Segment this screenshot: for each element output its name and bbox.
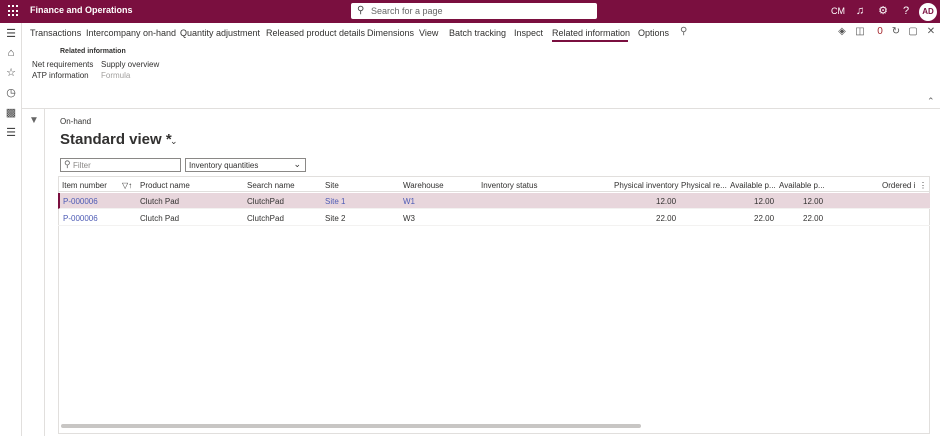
workspaces-icon[interactable]: ▩ — [4, 106, 18, 120]
top-bar: Finance and Operations ⚲ Search for a pa… — [0, 0, 940, 23]
search-name-cell: ClutchPad — [247, 214, 284, 223]
app-title[interactable]: Finance and Operations — [30, 5, 133, 15]
warehouse-link[interactable]: W1 — [403, 197, 415, 206]
filter-input[interactable] — [73, 160, 178, 171]
tab-released-product-details[interactable]: Released product details — [266, 28, 365, 38]
search-name-cell: ClutchPad — [247, 197, 284, 206]
company-picker[interactable]: CM — [831, 6, 845, 16]
column-header-physical-reserved[interactable]: Physical re... — [681, 181, 727, 190]
search-icon: ⚲ — [64, 159, 71, 169]
column-header-available-physical[interactable]: Available p... — [730, 181, 776, 190]
tab-batch-tracking[interactable]: Batch tracking — [449, 28, 506, 38]
chevron-down-icon[interactable]: ⌄ — [170, 136, 178, 147]
global-search-box[interactable]: ⚲ Search for a page — [351, 3, 597, 19]
chevron-up-icon[interactable]: ⌃ — [927, 96, 935, 107]
column-header-site[interactable]: Site — [325, 181, 339, 190]
column-header-warehouse[interactable]: Warehouse — [403, 181, 444, 190]
column-header-available-physical-2[interactable]: Available p... — [779, 181, 825, 190]
product-name-cell: Clutch Pad — [140, 214, 180, 223]
column-header-product-name[interactable]: Product name — [140, 181, 190, 190]
star-icon[interactable]: ☆ — [4, 66, 18, 80]
bell-icon[interactable]: ♫ — [853, 4, 867, 18]
column-header-search-name[interactable]: Search name — [247, 181, 295, 190]
formula-button[interactable]: Formula — [101, 71, 130, 80]
on-hand-grid: Item number ▽↑ Product name Search name … — [58, 176, 930, 436]
tab-options[interactable]: Options — [638, 28, 669, 38]
dropdown-value: Inventory quantities — [189, 161, 259, 170]
chevron-down-icon: ⌄ — [293, 159, 301, 169]
tab-dimensions[interactable]: Dimensions — [367, 28, 414, 38]
tab-view[interactable]: View — [419, 28, 438, 38]
supply-overview-button[interactable]: Supply overview — [101, 60, 159, 69]
available-physical-cell: 12.00 — [754, 197, 775, 206]
grid-header: Item number ▽↑ Product name Search name … — [58, 176, 930, 192]
tab-quantity-adjustment[interactable]: Quantity adjustment — [180, 28, 260, 38]
column-filter-sort-icon[interactable]: ▽↑ — [122, 181, 132, 190]
product-name-cell: Clutch Pad — [140, 197, 180, 206]
column-header-ordered-in-total[interactable]: Ordered i — [882, 181, 915, 190]
column-header-physical-inventory[interactable]: Physical inventory — [614, 181, 678, 190]
column-header-item-number[interactable]: Item number — [62, 181, 107, 190]
diamond-icon[interactable]: ◈ — [836, 26, 848, 38]
search-icon: ⚲ — [357, 5, 365, 16]
table-row[interactable]: P-000006 Clutch Pad ClutchPad Site 1 W1 … — [58, 193, 930, 209]
physical-inventory-cell: 22.00 — [656, 214, 677, 223]
filter-pane-toggle: ▼ — [22, 109, 45, 436]
action-pane: Transactions Intercompany on-hand Quanti… — [22, 23, 940, 109]
tab-transactions[interactable]: Transactions — [30, 28, 81, 38]
office-icon[interactable]: ◫ — [854, 26, 866, 38]
physical-inventory-cell: 12.00 — [656, 197, 677, 206]
site-cell: Site 2 — [325, 214, 346, 223]
action-pane-tabs: Transactions Intercompany on-hand Quanti… — [22, 23, 940, 42]
active-tab-indicator — [552, 40, 628, 42]
more-columns-icon[interactable]: ⋮ — [919, 181, 927, 190]
hamburger-menu-icon[interactable]: ☰ — [4, 27, 18, 41]
refresh-icon[interactable]: ↻ — [890, 26, 902, 38]
table-row[interactable]: P-000006 Clutch Pad ClutchPad Site 2 W3 … — [58, 210, 930, 226]
atp-information-button[interactable]: ATP information — [32, 71, 89, 80]
global-search-placeholder: Search for a page — [371, 6, 443, 16]
tab-intercompany-on-hand[interactable]: Intercompany on-hand — [86, 28, 176, 38]
net-requirements-button[interactable]: Net requirements — [32, 60, 93, 69]
item-number-link[interactable]: P-000006 — [63, 197, 98, 206]
funnel-icon[interactable]: ▼ — [29, 115, 39, 126]
page-caption: On-hand — [60, 117, 92, 126]
close-icon[interactable]: ✕ — [925, 26, 937, 38]
clock-icon[interactable]: ◷ — [4, 86, 18, 100]
column-header-inventory-status[interactable]: Inventory status — [481, 181, 537, 190]
available-physical-2-cell: 12.00 — [803, 197, 824, 206]
warehouse-cell: W3 — [403, 214, 415, 223]
home-icon[interactable]: ⌂ — [4, 46, 18, 60]
tab-related-information[interactable]: Related information — [552, 28, 630, 38]
app-launcher-icon[interactable] — [8, 5, 20, 17]
search-icon[interactable]: ⚲ — [680, 26, 687, 37]
view-title[interactable]: Standard view * — [60, 131, 172, 148]
left-navigation: ☰ ⌂ ☆ ◷ ▩ ☰ — [0, 23, 22, 436]
available-physical-cell: 22.00 — [754, 214, 775, 223]
horizontal-scrollbar[interactable] — [61, 424, 641, 428]
tab-inspect[interactable]: Inspect — [514, 28, 543, 38]
modules-list-icon[interactable]: ☰ — [4, 126, 18, 140]
notification-badge-icon[interactable]: 0 — [874, 26, 886, 38]
site-link[interactable]: Site 1 — [325, 197, 345, 206]
available-physical-2-cell: 22.00 — [803, 214, 824, 223]
help-icon[interactable]: ? — [899, 4, 913, 18]
gear-icon[interactable]: ⚙ — [876, 4, 890, 18]
item-number-link[interactable]: P-000006 — [63, 214, 98, 223]
inventory-quantities-dropdown[interactable]: Inventory quantities ⌄ — [185, 158, 306, 172]
open-new-window-icon[interactable]: ▢ — [907, 26, 919, 38]
avatar[interactable]: AD — [919, 3, 937, 21]
filter-field[interactable]: ⚲ — [60, 158, 181, 172]
group-title: Related information — [60, 48, 126, 55]
